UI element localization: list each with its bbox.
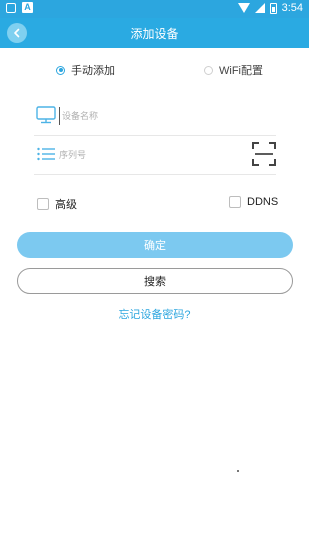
advanced-checkbox[interactable]: 高级 [37, 196, 77, 212]
status-time: 3:54 [281, 2, 303, 14]
device-name-row [34, 98, 276, 136]
wifi-icon [237, 3, 250, 13]
confirm-button[interactable]: 确定 [17, 232, 293, 258]
add-mode-selector: 手动添加 WiFi配置 [0, 58, 309, 80]
device-name-input[interactable] [59, 107, 239, 125]
mode-manual-label: 手动添加 [71, 65, 115, 77]
mode-manual-radio[interactable]: 手动添加 [56, 62, 115, 78]
checkbox-box [37, 198, 49, 210]
radio-unselected-icon [204, 65, 213, 75]
qr-scan-icon[interactable] [252, 142, 276, 166]
stray-dot [237, 470, 239, 472]
checkbox-box [229, 196, 241, 208]
mode-wifi-radio[interactable]: WiFi配置 [204, 62, 263, 78]
list-icon [37, 147, 55, 161]
ddns-checkbox[interactable]: DDNS [229, 196, 278, 208]
signal-icon [254, 3, 265, 13]
monitor-icon [36, 106, 56, 124]
notification-box-icon [6, 2, 16, 13]
advanced-label: 高级 [55, 199, 77, 211]
ddns-label: DDNS [247, 196, 279, 208]
status-bar: A 3:54 [0, 0, 309, 18]
battery-icon [269, 2, 277, 14]
app-a-icon: A [22, 2, 33, 13]
page-title: 添加设备 [130, 27, 179, 41]
title-bar: 添加设备 [0, 18, 309, 48]
options-row: 高级 DDNS [36, 194, 278, 214]
forgot-password-link[interactable]: 忘记设备密码? [0, 306, 309, 322]
status-left-icons: A [6, 2, 33, 13]
search-button[interactable]: 搜索 [17, 268, 293, 294]
serial-number-input[interactable] [59, 146, 239, 164]
serial-number-row [34, 137, 276, 175]
mode-wifi-label: WiFi配置 [219, 65, 263, 77]
radio-selected-icon [56, 65, 65, 75]
status-right: 3:54 [237, 2, 303, 14]
